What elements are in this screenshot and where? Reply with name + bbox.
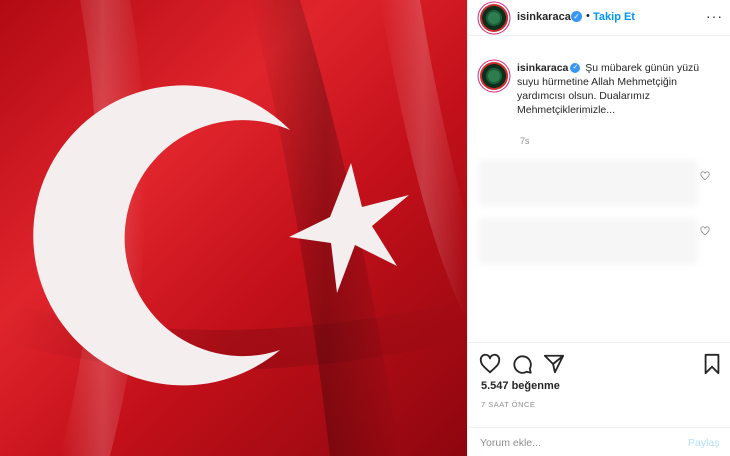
turkish-flag-image: [0, 0, 467, 456]
comment-bar: Paylaş: [468, 427, 730, 456]
verified-icon: ✓: [571, 11, 582, 22]
verified-icon: ✓: [570, 63, 581, 74]
likes-count[interactable]: 5.547 beğenme: [481, 380, 560, 392]
post-actions: 5.547 beğenme 7 SAAT ÖNCE Paylaş: [468, 342, 730, 456]
comment-input[interactable]: [480, 434, 670, 452]
post-side-panel: isinkaraca ✓ • Takip Et ··· isinkaraca ✓ …: [467, 0, 730, 456]
comment-like-heart-icon[interactable]: [700, 171, 710, 181]
post-time-ago: 7 SAAT ÖNCE: [481, 400, 536, 409]
share-icon[interactable]: [543, 353, 565, 375]
follow-button[interactable]: Takip Et: [593, 11, 635, 23]
caption: isinkaraca ✓ Şu mübarek günün yüzü suyu h…: [468, 36, 730, 166]
avatar[interactable]: [480, 4, 508, 32]
username-link[interactable]: isinkaraca: [517, 11, 571, 23]
comment-icon[interactable]: [511, 353, 533, 375]
bookmark-icon[interactable]: [701, 353, 723, 375]
post-comment-button[interactable]: Paylaş: [688, 437, 720, 449]
caption-text: isinkaraca ✓ Şu mübarek günün yüzü suyu h…: [517, 61, 722, 117]
separator-dot: •: [586, 10, 590, 22]
blurred-comment: [478, 218, 698, 264]
post-image: [0, 0, 467, 456]
heart-icon[interactable]: [479, 353, 501, 375]
more-icon[interactable]: ···: [706, 8, 723, 24]
caption-time: 7s: [520, 136, 530, 146]
comment-like-heart-icon[interactable]: [700, 226, 710, 236]
post-header: isinkaraca ✓ • Takip Et ···: [468, 0, 730, 36]
blurred-comment: [478, 160, 698, 206]
caption-username[interactable]: isinkaraca: [517, 62, 568, 74]
caption-avatar[interactable]: [480, 62, 508, 90]
